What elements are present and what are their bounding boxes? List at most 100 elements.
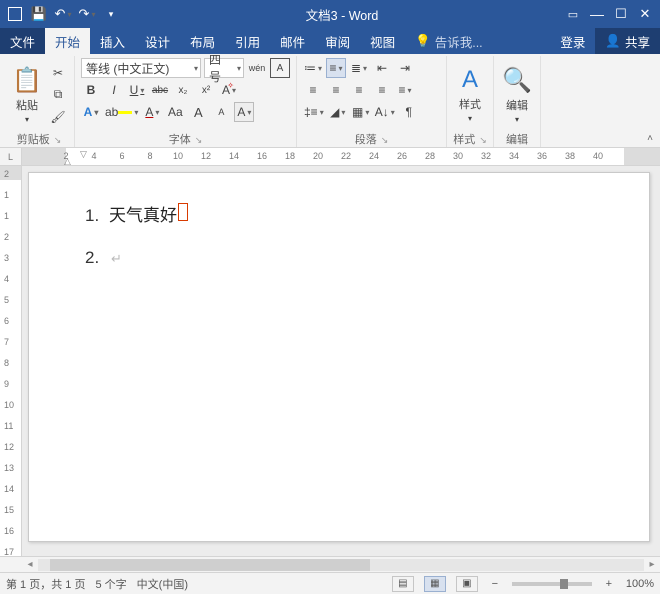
horizontal-scrollbar[interactable]: ◂ ▸ xyxy=(0,556,660,572)
hruler-tick: 38 xyxy=(565,151,575,161)
show-marks-button[interactable]: ¶ xyxy=(399,102,419,122)
tab-review[interactable]: 审阅 xyxy=(315,28,360,54)
paragraph-group-label: 段落 xyxy=(355,134,377,146)
word-app-icon[interactable] xyxy=(4,3,26,25)
scroll-left-button[interactable]: ◂ xyxy=(22,559,38,570)
char-shading-button[interactable]: Aa xyxy=(165,102,185,122)
copy-button[interactable]: ⧉ xyxy=(48,85,68,105)
italic-button[interactable]: I xyxy=(104,80,124,100)
editing-label: 编辑 xyxy=(506,97,528,113)
tab-file[interactable]: 文件 xyxy=(0,28,45,54)
vruler-tick: 6 xyxy=(4,316,9,326)
editing-button[interactable]: 🔍 编辑 ▾ xyxy=(500,66,534,124)
align-distributed-button[interactable]: ≡ xyxy=(395,80,415,100)
align-right-button[interactable]: ≡ xyxy=(349,80,369,100)
subscript-button[interactable]: x₂ xyxy=(173,80,193,100)
zoom-level[interactable]: 100% xyxy=(626,578,654,590)
align-left-button[interactable]: ≡ xyxy=(303,80,323,100)
zoom-knob[interactable] xyxy=(560,579,568,589)
tab-mailings[interactable]: 邮件 xyxy=(270,28,315,54)
signin-link[interactable]: 登录 xyxy=(550,28,595,54)
phonetic-guide-button[interactable]: wén xyxy=(247,58,267,78)
first-line-indent-icon[interactable]: ▽ xyxy=(80,149,87,160)
bold-button[interactable]: B xyxy=(81,80,101,100)
font-size-select[interactable]: 四号 xyxy=(204,58,244,78)
tell-me[interactable]: 💡告诉我... xyxy=(405,28,493,54)
tab-design[interactable]: 设计 xyxy=(135,28,180,54)
qat-customize-icon[interactable]: ▾ xyxy=(100,3,122,25)
scroll-track[interactable] xyxy=(38,559,644,571)
hruler-tick: 8 xyxy=(147,151,152,161)
grow-font-button[interactable]: A xyxy=(188,102,208,122)
change-case-button[interactable]: A xyxy=(234,102,254,122)
sort-button[interactable]: A↓ xyxy=(374,102,396,122)
shrink-font-button[interactable]: A xyxy=(211,102,231,122)
ruler-corner[interactable]: L xyxy=(0,148,22,165)
numbering-button[interactable]: ≡ xyxy=(326,58,346,78)
status-page[interactable]: 第 1 页，共 1 页 xyxy=(6,576,85,592)
font-family-select[interactable]: 等线 (中文正文) xyxy=(81,58,201,78)
list-number: 1. xyxy=(85,206,109,226)
underline-button[interactable]: U xyxy=(127,80,147,100)
tab-insert[interactable]: 插入 xyxy=(90,28,135,54)
collapse-ribbon-button[interactable]: ˄ xyxy=(642,131,658,145)
redo-button[interactable]: ↷ xyxy=(76,3,98,25)
doc-line[interactable]: 2.↵ xyxy=(85,248,609,268)
clipboard-launcher-icon[interactable]: ↘ xyxy=(54,135,62,145)
clear-formatting-button[interactable]: A✧ xyxy=(219,80,239,100)
text-effects-button[interactable]: A xyxy=(81,102,101,122)
format-painter-button[interactable]: 🖌 xyxy=(48,107,68,127)
decrease-indent-button[interactable]: ⇤ xyxy=(372,58,392,78)
tab-references[interactable]: 引用 xyxy=(225,28,270,54)
borders-button[interactable]: ▦ xyxy=(351,102,371,122)
status-words[interactable]: 5 个字 xyxy=(95,576,126,592)
print-layout-button[interactable]: ▦ xyxy=(424,576,446,592)
status-lang[interactable]: 中文(中国) xyxy=(137,576,188,592)
minimize-button[interactable]: — xyxy=(586,3,608,25)
ribbon-options-icon[interactable]: ▭ xyxy=(562,3,584,25)
vruler-tick: 2 xyxy=(4,169,9,179)
align-center-button[interactable]: ≡ xyxy=(326,80,346,100)
styles-button[interactable]: A 样式 ▾ xyxy=(453,66,487,123)
hruler-track[interactable]: ▽ △ 246810121416182022242628303234363840 xyxy=(22,148,660,165)
paragraph-launcher-icon[interactable]: ↘ xyxy=(381,135,389,145)
page-scroll-area[interactable]: 1.天气真好 2.↵ xyxy=(22,166,660,556)
vruler-tick: 11 xyxy=(4,421,13,431)
page[interactable]: 1.天气真好 2.↵ xyxy=(28,172,650,542)
save-icon[interactable]: 💾 xyxy=(28,3,50,25)
styles-launcher-icon[interactable]: ↘ xyxy=(479,135,487,145)
tab-view[interactable]: 视图 xyxy=(360,28,405,54)
highlight-color-button[interactable]: ab xyxy=(104,102,139,122)
align-justify-button[interactable]: ≡ xyxy=(372,80,392,100)
increase-indent-button[interactable]: ⇥ xyxy=(395,58,415,78)
ribbon-tabs: 文件 开始 插入 设计 布局 引用 邮件 审阅 视图 💡告诉我... 登录 👤共… xyxy=(0,28,660,54)
scroll-thumb[interactable] xyxy=(50,559,370,571)
zoom-slider[interactable] xyxy=(512,582,592,586)
zoom-out-button[interactable]: − xyxy=(488,578,502,590)
bullets-button[interactable]: ≔ xyxy=(303,58,323,78)
tab-home[interactable]: 开始 xyxy=(45,28,90,54)
undo-button[interactable]: ↶ xyxy=(52,3,74,25)
multilevel-list-button[interactable]: ≣ xyxy=(349,58,369,78)
close-button[interactable]: ✕ xyxy=(634,3,656,25)
doc-line[interactable]: 1.天气真好 xyxy=(85,201,609,226)
vertical-ruler[interactable]: 211234567891011121314151617 xyxy=(0,166,22,556)
paste-button[interactable]: 📋 粘贴 ▾ xyxy=(10,66,44,124)
font-launcher-icon[interactable]: ↘ xyxy=(195,135,203,145)
share-button[interactable]: 👤共享 xyxy=(595,28,660,54)
enclosed-char-button[interactable]: A xyxy=(270,58,290,78)
zoom-in-button[interactable]: + xyxy=(602,578,616,590)
scroll-right-button[interactable]: ▸ xyxy=(644,559,660,570)
line-spacing-button[interactable]: ‡≡ xyxy=(303,102,325,122)
vruler-tick: 10 xyxy=(4,400,14,410)
cut-button[interactable]: ✂ xyxy=(48,63,68,83)
font-color-button[interactable]: A xyxy=(142,102,162,122)
read-mode-button[interactable]: ▤ xyxy=(392,576,414,592)
web-layout-button[interactable]: ▣ xyxy=(456,576,478,592)
qat: 💾 ↶ ↷ ▾ xyxy=(4,3,122,25)
vruler-tick: 7 xyxy=(4,337,9,347)
shading-button[interactable]: ◢ xyxy=(328,102,348,122)
maximize-button[interactable]: ☐ xyxy=(610,3,632,25)
line-text[interactable]: 天气真好 xyxy=(109,201,177,226)
strikethrough-button[interactable]: abc xyxy=(150,80,170,100)
